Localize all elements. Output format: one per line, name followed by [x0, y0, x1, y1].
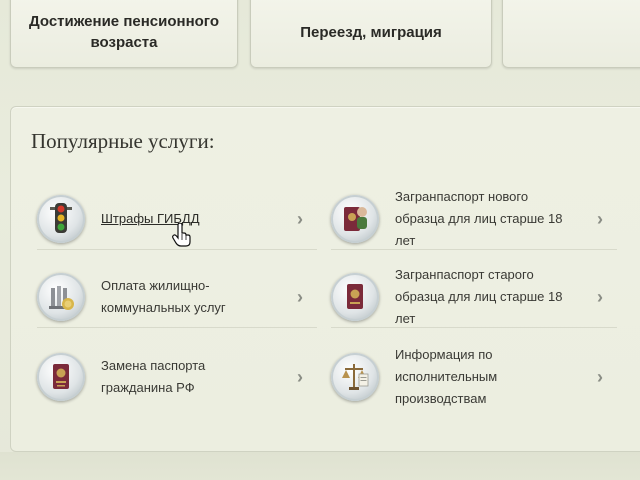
category-tiles: Достижение пенсионного возраста Переезд,… [0, 0, 640, 72]
service-old-passport-label: Загранпаспорт старого образца для лиц ст… [395, 267, 563, 326]
scales-icon [331, 353, 379, 401]
chevron-right-icon: › [297, 287, 303, 307]
service-passport-replacement[interactable]: Замена паспорта гражданина РФ › [37, 347, 317, 407]
tile-retirement[interactable]: Достижение пенсионного возраста [10, 0, 238, 68]
tile-relocation-label: Переезд, миграция [300, 23, 442, 41]
passport-rf-icon [37, 353, 85, 401]
passport-old-icon [331, 273, 379, 321]
bottom-edge [0, 452, 640, 480]
hand-cursor-icon [172, 223, 191, 247]
service-utilities-label: Оплата жилищно- коммунальных услуг [101, 278, 226, 315]
passport-new-icon [331, 195, 379, 243]
tile-relocation[interactable]: Переезд, миграция [250, 0, 492, 68]
service-passport-replacement-label: Замена паспорта гражданина РФ [101, 358, 206, 395]
chevron-right-icon: › [297, 367, 303, 387]
tile-partial[interactable] [502, 0, 640, 68]
tile-retirement-label: Достижение пенсионного возраста [29, 13, 219, 51]
chevron-right-icon: › [597, 367, 603, 387]
service-utilities[interactable]: Оплата жилищно- коммунальных услуг › [37, 267, 317, 328]
utilities-icon [37, 273, 85, 321]
chevron-right-icon: › [597, 209, 603, 229]
popular-services-panel: Популярные услуги: Штрафы ГИБДД › Загран… [10, 106, 640, 452]
chevron-right-icon: › [597, 287, 603, 307]
panel-title: Популярные услуги: [31, 129, 215, 153]
service-enforcement-info[interactable]: Информация по исполнительным производств… [331, 347, 617, 407]
traffic-light-icon [37, 195, 85, 243]
service-new-passport[interactable]: Загранпаспорт нового образца для лиц ста… [331, 189, 617, 250]
screen: Достижение пенсионного возраста Переезд,… [0, 0, 640, 480]
service-enforcement-info-label: Информация по исполнительным производств… [395, 347, 498, 406]
service-old-passport[interactable]: Загранпаспорт старого образца для лиц ст… [331, 267, 617, 328]
chevron-right-icon: › [297, 209, 303, 229]
service-new-passport-label: Загранпаспорт нового образца для лиц ста… [395, 189, 563, 248]
